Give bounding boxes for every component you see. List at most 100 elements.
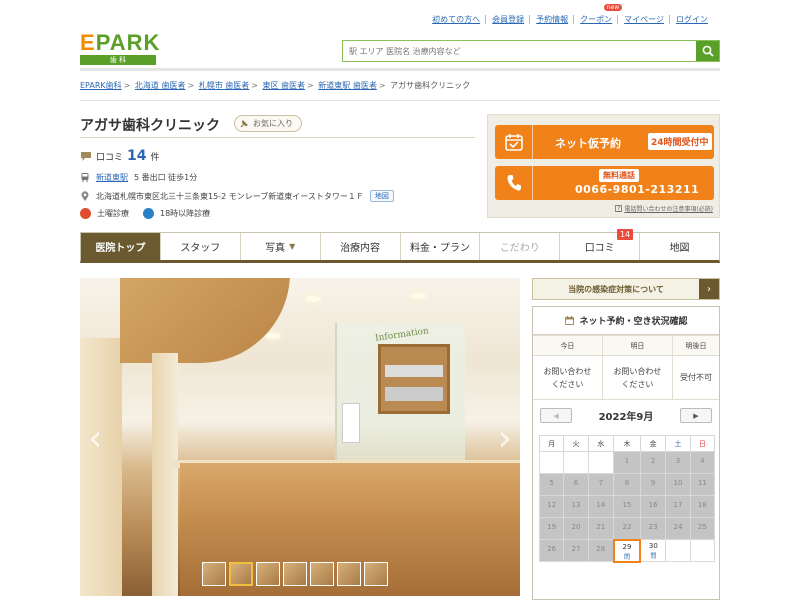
photo-prev-arrow[interactable]: ‹ [88,418,102,459]
calendar-day: 19 [538,517,565,540]
calendar-icon [565,316,575,325]
calendar-day: 27 [563,539,589,562]
clinic-photo: Information ‹ › [80,278,520,596]
availability-status-tomorrow: お問い合わせ ください [601,355,673,400]
weekday-header: 木 [613,435,641,452]
top-link-register[interactable]: 会員登録 [486,14,531,25]
calendar-day: 18 [689,495,716,518]
calendar-day: 13 [563,495,589,518]
photo-thumbnails [202,562,388,586]
top-link-coupon[interactable]: クーポン new [574,4,623,25]
station-link[interactable]: 新道東駅 [96,172,128,183]
web-reservation-badge: 24時間受付中 [648,133,712,150]
calendar-empty-cell [538,451,565,474]
tab-treatments[interactable]: 治療内容 [320,233,401,260]
clinic-name: アガサ歯科クリニック [80,118,220,134]
calendar-day: 2 [639,451,667,474]
calendar-week: 19 20 21 22 23 24 25 [538,517,716,540]
reservation-box: ネット仮予約 24時間受付中 無料通話 0066-9801-213211 ? 電話… [487,114,720,218]
calendar-day: 11 [689,473,716,496]
availability-status-day-after: 受付不可 [671,355,719,400]
weekday-header: 水 [587,435,615,452]
favorite-button[interactable]: お気に入り [234,115,302,132]
station-detail: 5 番出口 徒歩1分 [134,173,198,182]
photo-thumbnail[interactable] [202,562,226,586]
calendar-day[interactable]: 30 問 [639,539,667,562]
tab-staff[interactable]: スタッフ [160,233,241,260]
calendar-header: ◀ 2022年9月 ▶ [533,405,719,429]
availability-title: ネット予約・空き状況確認 [533,307,719,335]
web-reservation-button[interactable]: ネット仮予約 24時間受付中 [495,125,714,159]
calendar-day: 4 [689,451,716,474]
tab-commitment: こだわり [480,233,561,260]
calendar-grid: 月 火 水 木 金 土 日 1 2 3 4 5 6 7 8 9 10 11 12 13 14 15 16 17 1… [538,435,716,563]
search-icon [702,45,714,57]
availability-panel: ネット予約・空き状況確認 今日 明日 明後日 お問い合わせ ください お問い合わせ… [532,306,720,600]
weekday-header: 月 [538,435,565,452]
top-link-login[interactable]: ログイン [670,14,714,25]
name-divider [80,137,475,138]
photo-thumbnail-active[interactable] [229,562,253,586]
calendar-empty-cell [587,451,615,474]
infection-control-banner[interactable]: 当院の感染症対策について › [532,278,720,300]
breadcrumb-item[interactable]: 新道東駅 歯医者 [318,81,377,90]
phone-notes-link[interactable]: ? 電話問い合わせの注意事項(必読) [615,204,713,213]
calendar-empty-cell [665,539,691,562]
calendar-day: 6 [563,473,589,496]
breadcrumb-item[interactable]: 札幌市 歯医者 [199,81,250,90]
breadcrumb: EPARK歯科 > 北海道 歯医者 > 札幌市 歯医者 > 東区 歯医者 > 新道東駅 … [80,81,471,90]
photo-thumbnail[interactable] [364,562,388,586]
calendar-day: 14 [587,495,615,518]
breadcrumb-item[interactable]: 東区 歯医者 [263,81,306,90]
next-month-button[interactable]: ▶ [680,408,712,423]
top-link-first-time[interactable]: 初めての方へ [426,14,487,25]
photo-thumbnail[interactable] [283,562,307,586]
top-link-reservations[interactable]: 予約情報 [530,14,575,25]
search-button[interactable] [696,41,719,61]
new-badge: new [603,4,623,11]
tab-pricing[interactable]: 料金・プラン [400,233,481,260]
station-row: 新道東駅 5 番出口 徒歩1分 [80,172,197,183]
availability-table: 今日 明日 明後日 お問い合わせ ください お問い合わせ ください 受付不可 [533,335,719,400]
calendar-day[interactable]: 29 問 [612,538,642,563]
breadcrumb-item[interactable]: EPARK歯科 [80,81,122,90]
caret-down-icon: ▼ [289,242,296,251]
photo-thumbnail[interactable] [310,562,334,586]
search-bar [342,40,720,62]
tab-photos[interactable]: 写真 ▼ [240,233,321,260]
logo-subtitle: 歯 科 [80,55,156,65]
tab-reviews[interactable]: 口コミ 14 [560,229,641,260]
calendar-day: 10 [665,473,691,496]
pin-icon [240,119,249,127]
breadcrumb-item[interactable]: 北海道 歯医者 [135,81,186,90]
page: 初めての方へ 会員登録 予約情報 クーポン new マイページ ログイン EPAR… [0,0,800,600]
free-call-badge: 無料通話 [599,169,639,182]
epark-logo[interactable]: EPARK 歯 科 [80,32,160,65]
review-summary: 口コミ 14 件 [80,148,160,164]
tab-map[interactable]: 地図 [640,233,719,260]
photo-thumbnail[interactable] [256,562,280,586]
train-icon [81,173,89,183]
day-header: 今日 [533,335,603,356]
calendar-day: 24 [665,517,691,540]
weekday-header: 日 [689,435,716,452]
calendar-day: 28 [587,539,615,562]
phone-reservation-button[interactable]: 無料通話 0066-9801-213211 [495,166,714,200]
photo-next-arrow[interactable]: › [498,418,512,459]
calendar-day: 17 [665,495,691,518]
calendar-week: 12 13 14 15 16 17 18 [538,495,716,518]
top-link-mypage[interactable]: マイページ [618,14,670,25]
top-links: 初めての方へ 会員登録 予約情報 クーポン new マイページ ログイン [426,4,714,25]
question-icon: ? [615,205,623,212]
tab-top[interactable]: 医院トップ [81,233,161,260]
photo-thumbnail[interactable] [337,562,361,586]
inquiry-mark: 問 [623,553,630,561]
chevron-right-icon: › [699,279,719,299]
review-count-link[interactable]: 14 [127,148,146,164]
logo-wordmark: EPARK [80,30,161,55]
map-button[interactable]: 地図 [369,190,394,202]
search-input[interactable] [343,41,696,61]
availability-status-today: お問い合わせ ください [533,355,603,400]
clock-icon [143,208,154,219]
calendar-day: 26 [538,539,565,562]
